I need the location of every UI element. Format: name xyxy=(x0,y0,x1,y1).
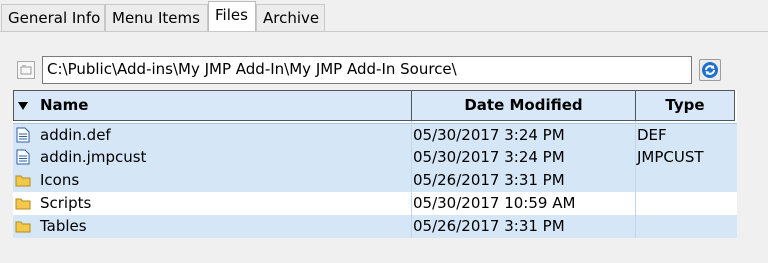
file-name: Icons xyxy=(40,171,80,189)
file-type: DEF xyxy=(637,126,667,144)
document-icon xyxy=(16,149,30,165)
column-label: Date Modified xyxy=(464,96,583,114)
table-row[interactable]: addin.def 05/30/2017 3:24 PM DEF xyxy=(13,123,737,146)
table-row[interactable]: addin.jmpcust 05/30/2017 3:24 PM JMPCUST xyxy=(13,146,737,169)
file-date: 05/30/2017 10:59 AM xyxy=(413,194,576,212)
tab-bar: General Info Menu Items Files Archive xyxy=(0,0,768,33)
folder-icon xyxy=(15,221,31,233)
file-name: Scripts xyxy=(40,194,92,212)
file-date: 05/30/2017 3:24 PM xyxy=(413,126,565,144)
column-header-name[interactable]: Name xyxy=(14,91,412,120)
column-divider xyxy=(411,121,412,238)
file-name: addin.jmpcust xyxy=(40,148,147,166)
folder-icon xyxy=(15,198,31,210)
file-name: addin.def xyxy=(40,126,111,144)
file-name: Tables xyxy=(40,217,87,235)
column-header-date-modified[interactable]: Date Modified xyxy=(412,91,636,120)
file-type: JMPCUST xyxy=(637,148,704,166)
document-icon xyxy=(16,127,30,143)
refresh-button[interactable] xyxy=(699,59,721,81)
sort-desc-icon xyxy=(18,102,28,110)
file-date: 05/26/2017 3:31 PM xyxy=(413,171,565,189)
tab-label: Archive xyxy=(263,9,320,27)
column-label: Type xyxy=(665,96,705,114)
table-header: Name Date Modified Type xyxy=(13,90,735,121)
table-row[interactable]: Tables 05/26/2017 3:31 PM xyxy=(13,215,737,238)
table-row[interactable]: Icons 05/26/2017 3:31 PM xyxy=(13,169,737,192)
tab-label: Menu Items xyxy=(112,9,200,27)
folder-path-icon[interactable] xyxy=(17,61,35,79)
tab-files[interactable]: Files xyxy=(208,1,256,32)
path-text: C:\Public\Add-ins\My JMP Add-In\My JMP A… xyxy=(47,60,457,78)
file-table: Name Date Modified Type addin.def 05/30/… xyxy=(13,90,737,238)
tab-menu-items[interactable]: Menu Items xyxy=(105,4,208,31)
path-input[interactable]: C:\Public\Add-ins\My JMP Add-In\My JMP A… xyxy=(42,56,692,84)
refresh-icon xyxy=(702,62,718,78)
column-label: Name xyxy=(40,96,89,114)
tab-label: General Info xyxy=(8,9,101,27)
file-date: 05/30/2017 3:24 PM xyxy=(413,148,565,166)
file-date: 05/26/2017 3:31 PM xyxy=(413,217,565,235)
tab-label: Files xyxy=(215,6,248,24)
table-row[interactable]: Scripts 05/30/2017 10:59 AM xyxy=(13,192,737,215)
folder-icon xyxy=(15,175,31,187)
tab-archive[interactable]: Archive xyxy=(256,4,325,31)
column-divider xyxy=(635,121,636,238)
column-header-type[interactable]: Type xyxy=(636,91,734,120)
tab-general-info[interactable]: General Info xyxy=(1,4,105,31)
